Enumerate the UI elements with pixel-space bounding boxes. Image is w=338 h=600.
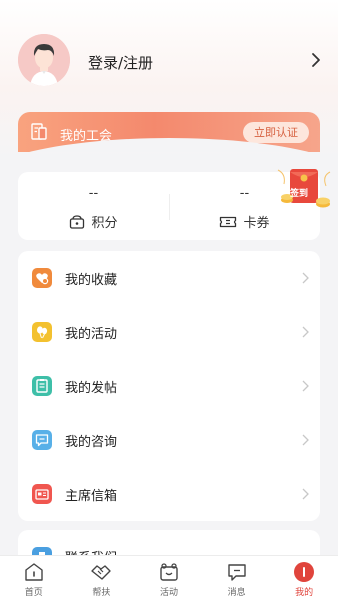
- tab-activities[interactable]: 活动: [135, 556, 203, 600]
- chevron-right-icon: [302, 326, 309, 338]
- ticket-icon: [220, 216, 237, 227]
- mailbox-icon: [32, 484, 52, 504]
- wallet-icon: [70, 214, 85, 229]
- menu-item-chairman-mailbox[interactable]: 主席信箱: [18, 467, 320, 521]
- points-value: --: [88, 186, 99, 201]
- tab-mine[interactable]: 我的: [270, 556, 338, 600]
- profile-icon: [294, 562, 315, 582]
- heart-folder-icon: [32, 268, 52, 288]
- stats-card: -- 积分 -- 卡券: [18, 172, 320, 240]
- login-register-link[interactable]: 登录/注册: [88, 52, 153, 73]
- menu-item-favorites[interactable]: 我的收藏: [18, 251, 320, 305]
- chat-icon: [32, 430, 52, 450]
- menu-label-consultations: 我的咨询: [65, 435, 118, 450]
- handshake-icon: [91, 565, 112, 580]
- chevron-right-icon: [302, 488, 309, 500]
- menu-item-consultations[interactable]: 我的咨询: [18, 413, 320, 467]
- coupons-label: 卡券: [243, 216, 270, 231]
- menu-label-chairman-mailbox: 主席信箱: [65, 489, 118, 504]
- sign-in-label: 签到: [290, 189, 309, 199]
- tab-label-mine: 我的: [295, 588, 314, 598]
- chevron-right-icon: [302, 434, 309, 446]
- post-icon: [32, 376, 52, 396]
- tab-label-help: 帮扶: [92, 588, 111, 598]
- home-icon: [25, 563, 43, 581]
- tab-help[interactable]: 帮扶: [68, 556, 136, 600]
- sign-in-badge[interactable]: 签到: [276, 166, 332, 212]
- menu-label-posts: 我的发帖: [65, 381, 118, 396]
- points-stat[interactable]: -- 积分: [18, 172, 169, 240]
- chevron-right-icon: [302, 272, 309, 284]
- menu-list: 我的收藏 我的活动 我的发帖 我的咨询 主席信箱: [18, 251, 320, 521]
- tab-messages[interactable]: 消息: [203, 556, 271, 600]
- balloon-icon: [32, 322, 52, 342]
- my-union-banner[interactable]: 我的工会 立即认证: [18, 112, 320, 152]
- message-icon: [227, 564, 246, 581]
- tab-label-messages: 消息: [227, 588, 246, 598]
- menu-label-activities: 我的活动: [65, 327, 118, 342]
- chevron-right-icon[interactable]: [310, 52, 322, 68]
- menu-item-posts[interactable]: 我的发帖: [18, 359, 320, 413]
- document-icon: [31, 123, 47, 140]
- menu-label-favorites: 我的收藏: [65, 273, 118, 288]
- menu-item-activities[interactable]: 我的活动: [18, 305, 320, 359]
- tab-home[interactable]: 首页: [0, 556, 68, 600]
- profile-header[interactable]: 登录/注册: [0, 0, 338, 110]
- activity-icon: [160, 563, 178, 581]
- tab-label-home: 首页: [24, 588, 43, 598]
- points-label: 积分: [91, 216, 118, 231]
- bottom-tab-bar: 首页 帮扶 活动 消息 我的: [0, 555, 338, 600]
- my-union-label: 我的工会: [60, 129, 113, 144]
- user-avatar-icon: [18, 34, 70, 86]
- tab-label-activities: 活动: [159, 588, 178, 598]
- chevron-right-icon: [302, 380, 309, 392]
- avatar[interactable]: [18, 34, 70, 86]
- certify-now-button[interactable]: 立即认证: [243, 122, 309, 143]
